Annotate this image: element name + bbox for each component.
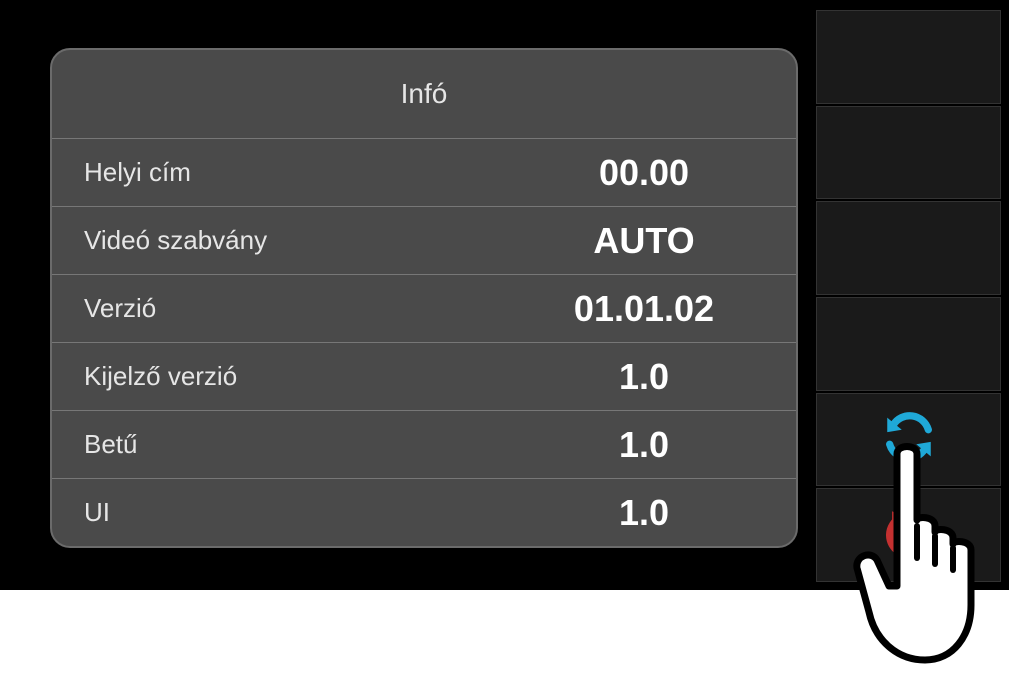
info-value: 00.00: [514, 152, 774, 194]
info-value: 1.0: [514, 424, 774, 466]
side-button-2[interactable]: [816, 106, 1001, 200]
panel-title: Infó: [52, 50, 796, 138]
info-value: 1.0: [514, 492, 774, 534]
info-value: 01.01.02: [514, 288, 774, 330]
side-button-1[interactable]: [816, 10, 1001, 104]
info-row-ui: UI 1.0: [52, 478, 796, 546]
hand-pointer-icon: [835, 430, 1015, 680]
info-value: 1.0: [514, 356, 774, 398]
info-value: AUTO: [514, 220, 774, 262]
info-label: Verzió: [84, 293, 514, 324]
info-row-display-version: Kijelző verzió 1.0: [52, 342, 796, 410]
info-row-local-address: Helyi cím 00.00: [52, 138, 796, 206]
info-label: Kijelző verzió: [84, 361, 514, 392]
info-label: Betű: [84, 429, 514, 460]
info-label: Videó szabvány: [84, 225, 514, 256]
info-row-video-standard: Videó szabvány AUTO: [52, 206, 796, 274]
info-row-version: Verzió 01.01.02: [52, 274, 796, 342]
side-button-4[interactable]: [816, 297, 1001, 391]
info-panel: Infó Helyi cím 00.00 Videó szabvány AUTO…: [50, 48, 798, 548]
side-button-3[interactable]: [816, 201, 1001, 295]
info-label: UI: [84, 497, 514, 528]
info-row-font: Betű 1.0: [52, 410, 796, 478]
screen-area: Infó Helyi cím 00.00 Videó szabvány AUTO…: [8, 8, 816, 582]
info-label: Helyi cím: [84, 157, 514, 188]
